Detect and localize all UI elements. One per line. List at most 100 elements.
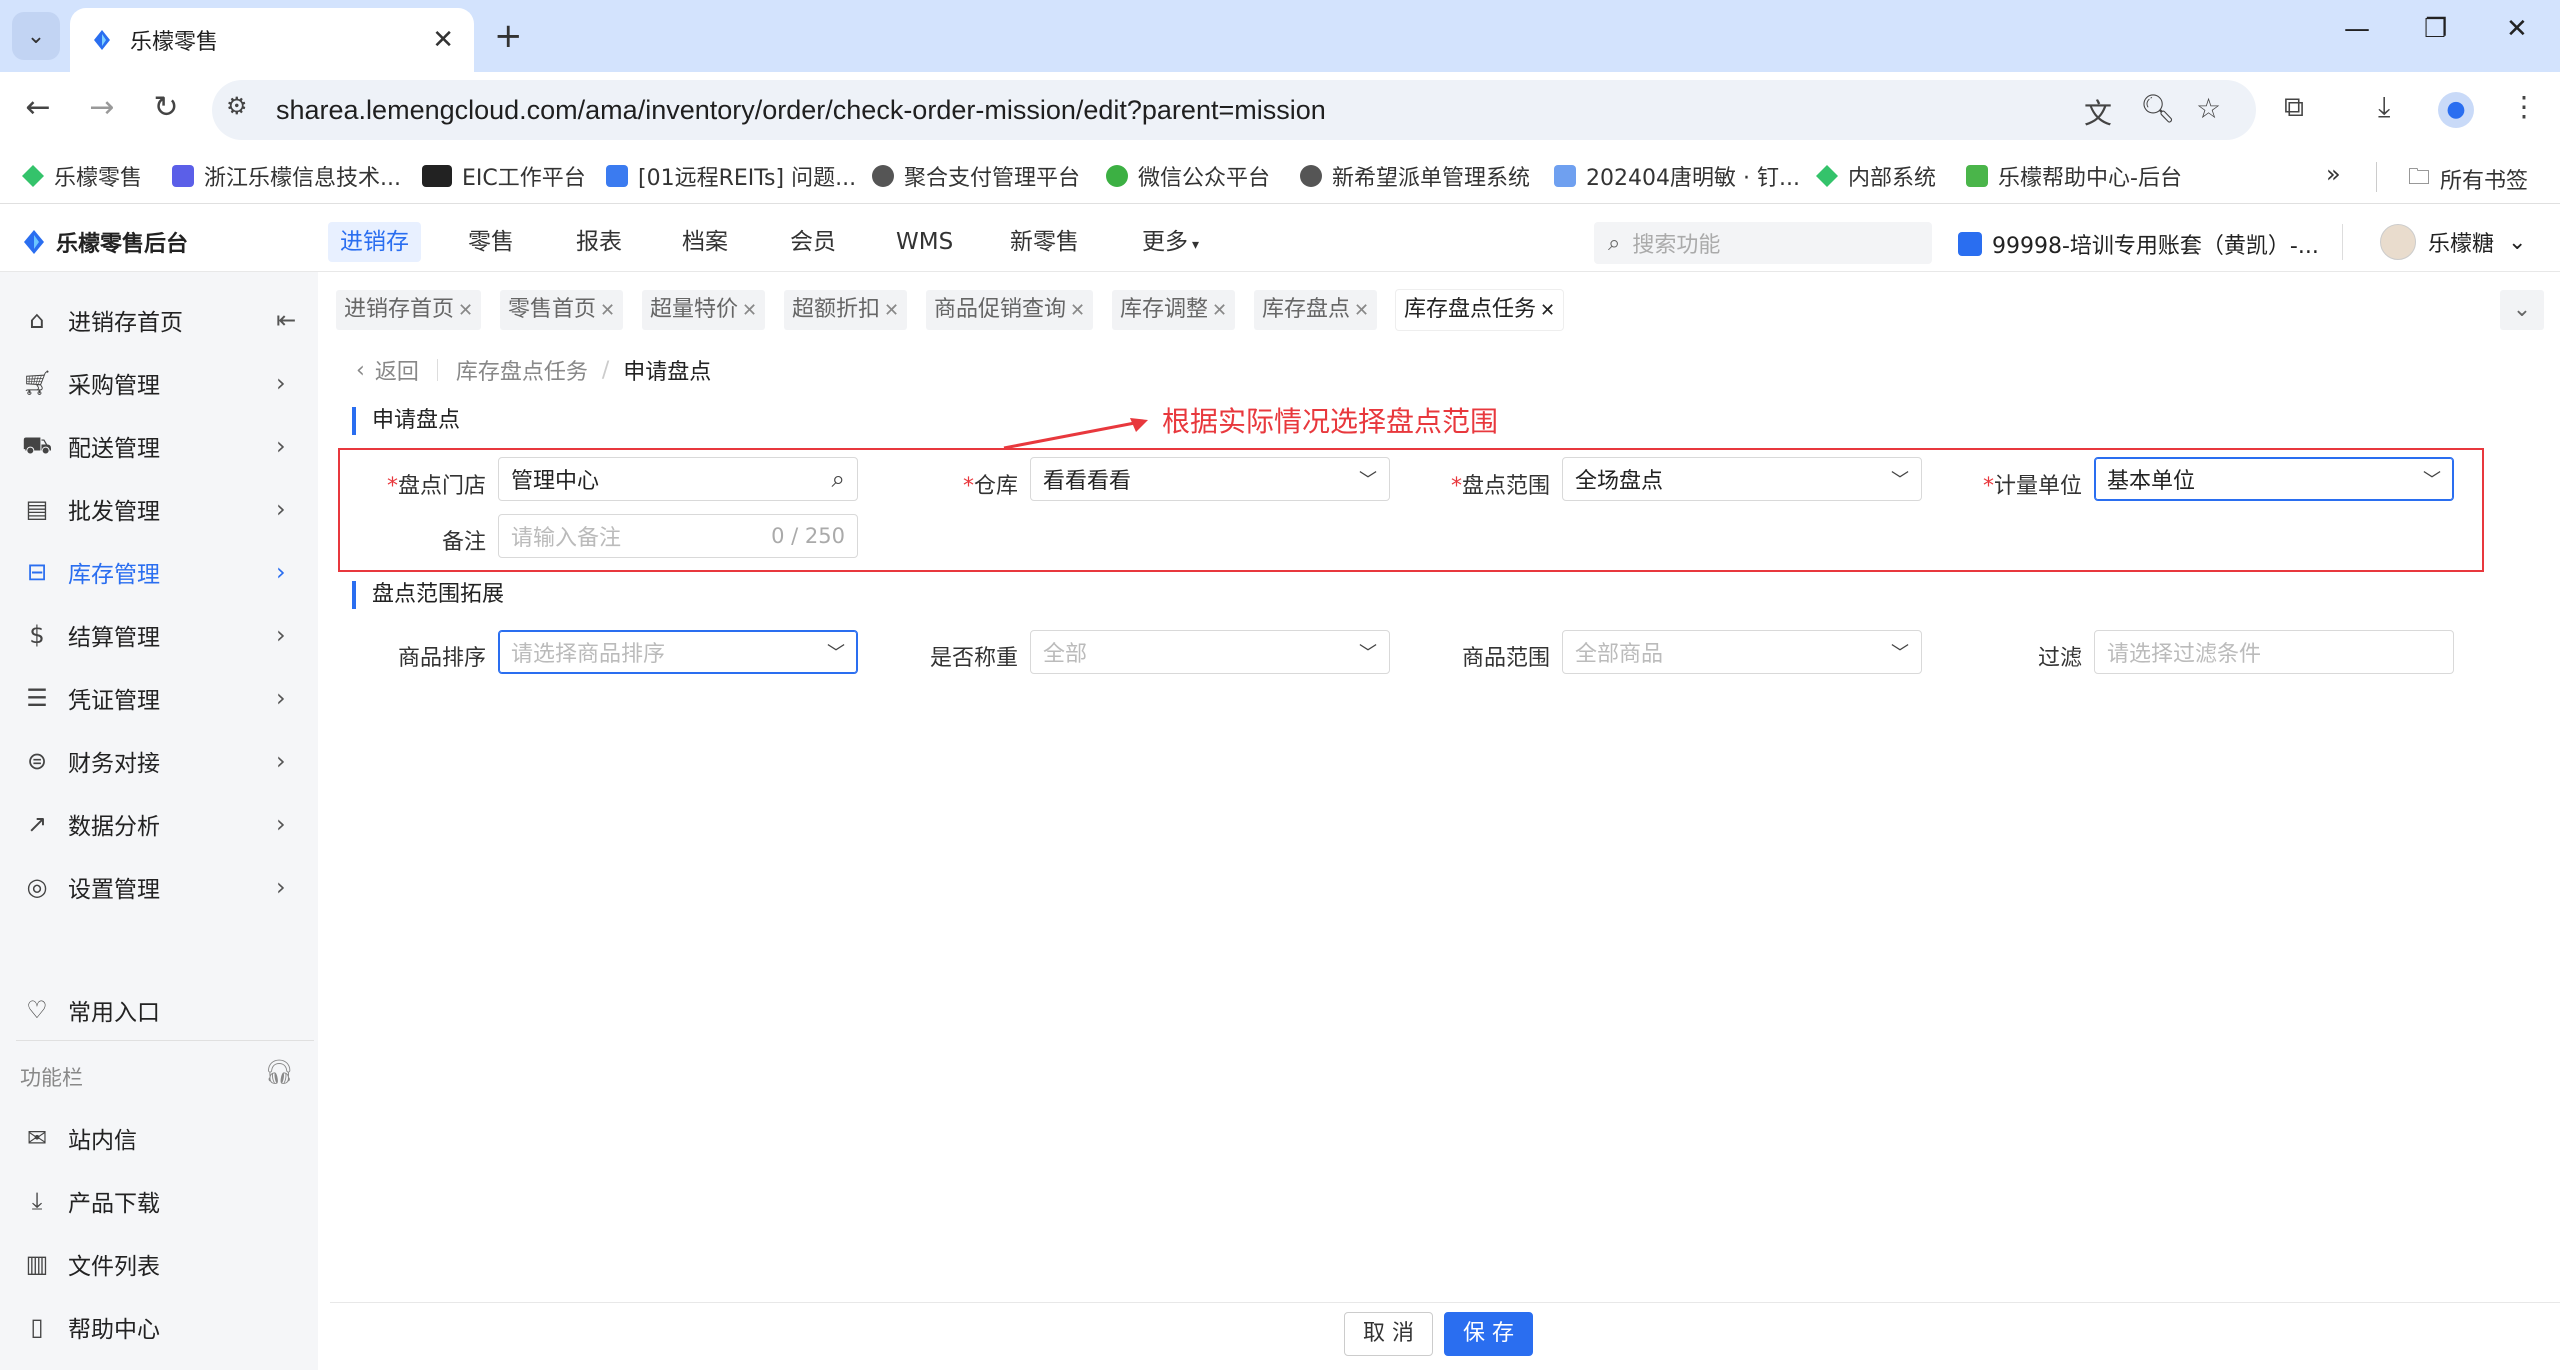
close-window-icon[interactable]: ✕: [2506, 14, 2528, 44]
forward-icon[interactable]: →: [82, 90, 122, 125]
sidebar-item-settings[interactable]: ◎ 设置管理 ›: [0, 859, 318, 915]
sidebar-favorites[interactable]: ♡ 常用入口: [0, 982, 318, 1038]
download-icon[interactable]: ⤓: [2378, 90, 2390, 124]
page-tab-active[interactable]: 库存盘点任务 ✕: [1396, 290, 1564, 330]
remark-input[interactable]: 请输入备注 0 / 250: [498, 514, 858, 558]
sidebar-item-voucher[interactable]: ☰ 凭证管理 ›: [0, 670, 318, 726]
sidebar-tool-downloads[interactable]: ⤓ 产品下载: [0, 1173, 318, 1229]
collapse-sidebar-icon[interactable]: ⇤: [276, 306, 296, 334]
back-link[interactable]: 返回: [375, 354, 419, 386]
account-selector[interactable]: 99998-培训专用账套（黄凯）-...: [1958, 228, 2319, 260]
breadcrumb-parent[interactable]: 库存盘点任务: [456, 354, 588, 386]
user-menu[interactable]: 乐檬糖 ⌄: [2380, 224, 2526, 260]
close-icon[interactable]: ✕: [742, 300, 757, 321]
warehouse-select[interactable]: 看看看看 ﹀: [1030, 457, 1390, 501]
close-icon[interactable]: ✕: [600, 300, 615, 321]
bookmark-item[interactable]: [01远程REITs] 问题...: [606, 160, 856, 192]
search-icon[interactable]: ⌕: [832, 465, 845, 493]
bookmark-item[interactable]: EIC工作平台: [422, 160, 586, 192]
sidebar-item-delivery[interactable]: ⛟ 配送管理 ›: [0, 418, 318, 474]
filter-input[interactable]: 请选择过滤条件: [2094, 630, 2454, 674]
scope-select[interactable]: 全场盘点 ﹀: [1562, 457, 1922, 501]
bookmark-item[interactable]: 乐檬帮助中心-后台: [1966, 160, 2182, 192]
search-icon: ⌕: [1608, 230, 1621, 256]
star-icon[interactable]: ☆: [2196, 92, 2221, 125]
page-tab[interactable]: 零售首页 ✕: [500, 290, 624, 330]
sidebar-item-purchase[interactable]: 🛒︎ 采购管理 ›: [0, 355, 318, 411]
bookmark-item[interactable]: 微信公众平台: [1106, 160, 1270, 192]
page-tab[interactable]: 超额折扣 ✕: [784, 290, 908, 330]
close-icon[interactable]: ✕: [884, 300, 899, 321]
nav-more[interactable]: 更多 ▾: [1130, 222, 1211, 262]
new-tab-button[interactable]: +: [494, 16, 523, 56]
close-icon[interactable]: ✕: [1212, 300, 1227, 321]
sidebar-item-finance[interactable]: ⊜ 财务对接 ›: [0, 733, 318, 789]
sidebar-tool-files[interactable]: ▥ 文件列表: [0, 1236, 318, 1292]
headset-icon[interactable]: 🎧︎: [264, 1058, 294, 1086]
url-field[interactable]: sharea.lemengcloud.com/ama/inventory/ord…: [212, 80, 2256, 140]
nav-new-retail[interactable]: 新零售: [998, 222, 1091, 262]
close-tab-icon[interactable]: ✕: [432, 25, 454, 55]
chevron-down-icon: ﹀: [2423, 470, 2441, 491]
back-icon[interactable]: ←: [18, 90, 58, 125]
nav-archives[interactable]: 档案: [670, 222, 740, 262]
restore-icon[interactable]: ❐: [2424, 14, 2447, 44]
site-info-icon[interactable]: ⚙: [226, 92, 248, 120]
reload-icon[interactable]: ↻: [146, 90, 186, 125]
page-tab[interactable]: 商品促销查询 ✕: [926, 290, 1094, 330]
store-field[interactable]: 管理中心 ⌕: [498, 457, 858, 501]
more-bookmarks-button[interactable]: »: [2326, 160, 2341, 188]
extensions-icon[interactable]: ⧉: [2284, 90, 2304, 124]
sidebar-item-wholesale[interactable]: ▤ 批发管理 ›: [0, 481, 318, 537]
save-button[interactable]: 保 存: [1444, 1312, 1533, 1356]
sidebar-tool-help[interactable]: ▯ 帮助中心: [0, 1299, 318, 1355]
nav-wms[interactable]: WMS: [884, 222, 965, 262]
sort-label: 商品排序: [397, 646, 486, 671]
tab-search-button[interactable]: ⌄: [12, 12, 60, 60]
bookmark-item[interactable]: 202404唐明敏 · 钉...: [1554, 160, 1800, 192]
bookmark-item[interactable]: 乐檬零售: [22, 160, 142, 192]
close-icon[interactable]: ✕: [1540, 300, 1555, 321]
close-icon[interactable]: ✕: [1354, 300, 1369, 321]
nav-retail[interactable]: 零售: [456, 222, 526, 262]
sidebar-item-analytics[interactable]: ↗ 数据分析 ›: [0, 796, 318, 852]
page-tab[interactable]: 进销存首页 ✕: [336, 290, 482, 330]
nav-reports[interactable]: 报表: [564, 222, 634, 262]
sidebar-tool-messages[interactable]: ✉ 站内信: [0, 1110, 318, 1166]
page-tab-label: 商品促销查询: [934, 297, 1067, 322]
weigh-placeholder: 全部: [1043, 642, 1088, 667]
bookmark-item[interactable]: 聚合支付管理平台: [872, 160, 1080, 192]
eic-bookmark-icon: [422, 165, 452, 187]
sort-select[interactable]: 请选择商品排序 ﹀: [498, 630, 858, 674]
minimize-icon[interactable]: —: [2344, 14, 2370, 44]
warehouse-label: *仓库: [962, 474, 1018, 499]
all-bookmarks-button[interactable]: 🗀 所有书签: [2408, 160, 2528, 198]
zoom-icon[interactable]: 🔍︎: [2140, 92, 2176, 125]
close-icon[interactable]: ✕: [458, 300, 473, 321]
nav-inventory[interactable]: 进销存: [328, 222, 421, 262]
menu-icon[interactable]: ⋮: [2510, 90, 2538, 123]
sidebar-item-inventory-home[interactable]: ⌂ 进销存首页 ⇤: [0, 292, 318, 348]
nav-members[interactable]: 会员: [778, 222, 848, 262]
page-tab[interactable]: 库存调整 ✕: [1112, 290, 1236, 330]
bookmark-item[interactable]: 新希望派单管理系统: [1300, 160, 1530, 192]
weigh-select[interactable]: 全部 ﹀: [1030, 630, 1390, 674]
page-tab[interactable]: 库存盘点 ✕: [1254, 290, 1378, 330]
cancel-button[interactable]: 取 消: [1344, 1312, 1433, 1356]
page-tab[interactable]: 超量特价 ✕: [642, 290, 766, 330]
app-logo[interactable]: 乐檬零售后台: [22, 226, 188, 258]
product-scope-select[interactable]: 全部商品 ﹀: [1562, 630, 1922, 674]
close-icon[interactable]: ✕: [1070, 300, 1085, 321]
browser-tab-active[interactable]: 乐檬零售 ✕: [70, 8, 474, 72]
translate-icon[interactable]: ⽂: [2084, 92, 2112, 132]
profile-icon[interactable]: ●: [2438, 92, 2474, 128]
bookmark-item[interactable]: 内部系统: [1816, 160, 1936, 192]
function-search-input[interactable]: ⌕ 搜索功能: [1594, 222, 1932, 264]
bookmark-item[interactable]: 浙江乐檬信息技术...: [172, 160, 401, 192]
sidebar-item-label: 库存管理: [68, 562, 160, 588]
sidebar-item-inventory[interactable]: ⊟ 库存管理 ›: [0, 544, 318, 600]
unit-select[interactable]: 基本单位 ﹀: [2094, 457, 2454, 501]
chevron-left-icon[interactable]: ‹: [356, 358, 365, 383]
tabs-overflow-button[interactable]: ⌄: [2500, 290, 2544, 330]
sidebar-item-settlement[interactable]: $ 结算管理 ›: [0, 607, 318, 663]
